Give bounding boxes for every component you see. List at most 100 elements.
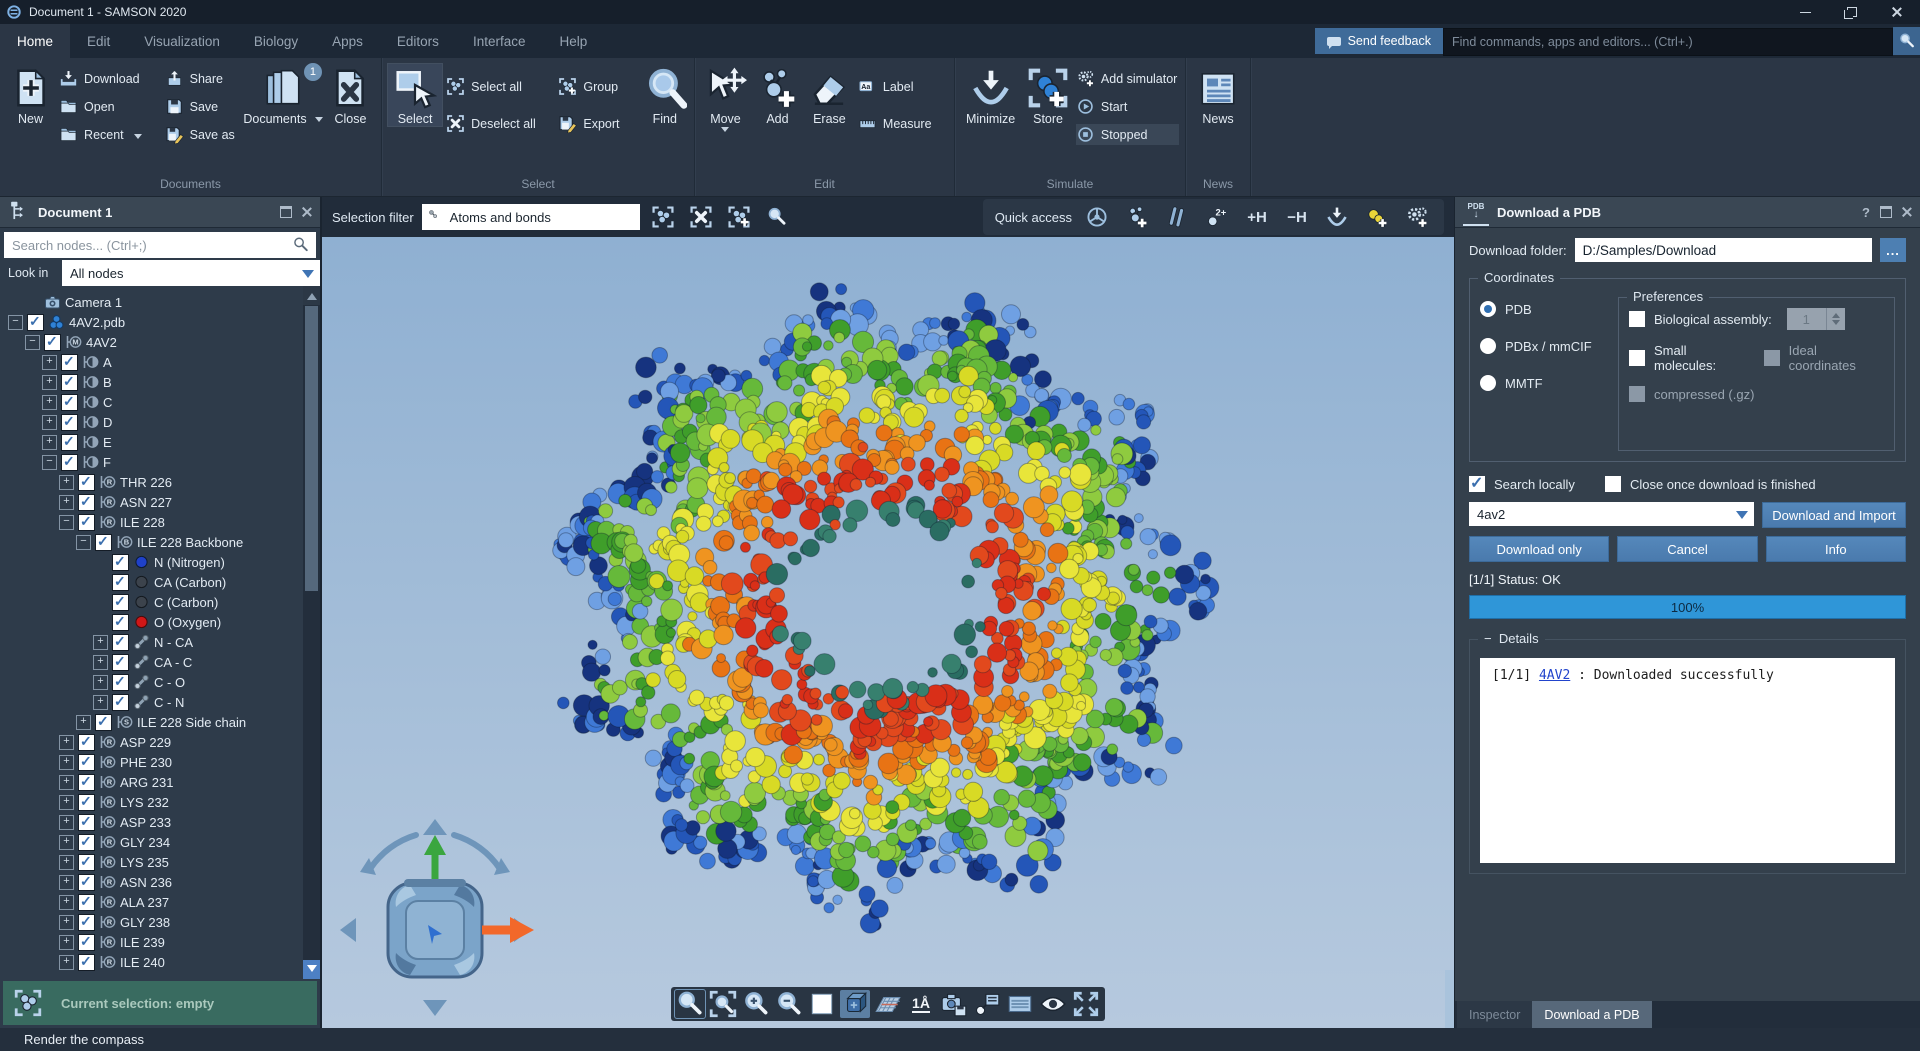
tree-row[interactable]: + R LYS 235 — [0, 852, 320, 872]
tree-row[interactable]: + R GLY 234 — [0, 832, 320, 852]
tree-row[interactable]: + R ASP 229 — [0, 732, 320, 752]
node-checkbox[interactable] — [61, 434, 78, 451]
command-search-button[interactable] — [1893, 27, 1920, 55]
node-checkbox[interactable] — [112, 694, 129, 711]
node-checkbox[interactable] — [78, 794, 95, 811]
zoom-out-button[interactable] — [774, 990, 804, 1018]
visibility-button[interactable] — [1038, 990, 1068, 1018]
close-once-checkbox[interactable] — [1605, 476, 1621, 492]
tree-row[interactable]: + R ILE 240 — [0, 952, 320, 972]
tree-row[interactable]: Camera 1 — [0, 292, 320, 312]
minimize-quick-button[interactable] — [1322, 202, 1352, 232]
download-button[interactable]: Download — [59, 68, 161, 89]
node-checkbox[interactable] — [112, 674, 129, 691]
menu-editors[interactable]: Editors — [380, 24, 456, 58]
scroll-up-button[interactable] — [303, 286, 320, 305]
biological-assembly-checkbox[interactable] — [1629, 311, 1645, 327]
node-checkbox[interactable] — [78, 774, 95, 791]
tree-row[interactable]: − R ILE 228 — [0, 512, 320, 532]
compass-toggle-button[interactable] — [840, 990, 870, 1018]
fullscreen-button[interactable] — [1071, 990, 1101, 1018]
fog-button[interactable] — [1005, 990, 1035, 1018]
label-button[interactable]: AaLabel — [858, 76, 948, 97]
node-checkbox[interactable] — [78, 814, 95, 831]
recent-button[interactable]: Recent — [59, 124, 161, 145]
node-checkbox[interactable] — [112, 654, 129, 671]
expander-icon[interactable]: + — [76, 715, 91, 730]
node-checkbox[interactable] — [78, 474, 95, 491]
open-button[interactable]: Open — [59, 96, 161, 117]
assembly-spinner[interactable]: 1 — [1787, 308, 1845, 330]
presenter-button[interactable] — [1082, 202, 1112, 232]
expander-icon[interactable]: − — [42, 455, 57, 470]
expander-icon[interactable]: + — [42, 395, 57, 410]
menu-apps[interactable]: Apps — [315, 24, 380, 58]
expander-icon[interactable]: + — [59, 755, 74, 770]
expander-icon[interactable]: + — [59, 875, 74, 890]
tree-row[interactable]: + R ASN 227 — [0, 492, 320, 512]
download-only-button[interactable]: Download only — [1469, 536, 1609, 562]
export-button[interactable]: Export — [558, 113, 637, 134]
expander-icon[interactable]: − — [25, 335, 40, 350]
radio-mmtf[interactable]: MMTF — [1480, 375, 1608, 391]
tree-row[interactable]: CA (Carbon) — [0, 572, 320, 592]
float-panel-icon[interactable] — [280, 206, 292, 218]
add-button[interactable]: Add — [754, 64, 801, 126]
expander-icon[interactable]: + — [59, 475, 74, 490]
expander-icon[interactable]: + — [93, 635, 108, 650]
search-locally-checkbox[interactable] — [1469, 476, 1485, 492]
scroll-down-button[interactable] — [303, 960, 320, 979]
tree-row[interactable]: + C — [0, 392, 320, 412]
tree-row[interactable]: + R ASN 236 — [0, 872, 320, 892]
expander-icon[interactable]: + — [59, 495, 74, 510]
expander-icon[interactable]: + — [59, 935, 74, 950]
expander-icon[interactable]: + — [59, 955, 74, 970]
details-label[interactable]: − Details — [1478, 631, 1545, 646]
frame-selection-button[interactable] — [708, 990, 738, 1018]
node-search-input[interactable] — [4, 232, 292, 258]
navigation-compass[interactable] — [330, 815, 540, 1020]
tree-row[interactable]: + C - N — [0, 692, 320, 712]
tree-row[interactable]: + B — [0, 372, 320, 392]
node-checkbox[interactable] — [78, 874, 95, 891]
group-button[interactable]: Group — [558, 76, 637, 97]
expander-icon[interactable]: + — [93, 655, 108, 670]
save-as-button[interactable]: Save as — [165, 124, 240, 145]
node-checkbox[interactable] — [61, 374, 78, 391]
tree-row[interactable]: + R ASP 233 — [0, 812, 320, 832]
float-panel-icon[interactable] — [1880, 206, 1892, 218]
close-panel-icon[interactable] — [302, 207, 312, 217]
render-area[interactable]: 1Å — [322, 237, 1454, 1028]
tab-inspector[interactable]: Inspector — [1457, 1001, 1532, 1028]
tree-row[interactable]: − M 4AV2 — [0, 332, 320, 352]
node-checkbox[interactable] — [61, 354, 78, 371]
node-checkbox[interactable] — [95, 534, 112, 551]
tree-row[interactable]: + E — [0, 432, 320, 452]
node-checkbox[interactable] — [61, 394, 78, 411]
download-folder-input[interactable] — [1575, 238, 1872, 262]
stopped-button[interactable]: Stopped — [1076, 124, 1179, 145]
pdb-entry-link[interactable]: 4AV2 — [1539, 668, 1570, 683]
select-all-button[interactable]: Select all — [446, 76, 554, 97]
expander-icon[interactable]: + — [59, 855, 74, 870]
tree-row[interactable]: − F — [0, 452, 320, 472]
deselect-all-viewport-button[interactable] — [686, 202, 716, 232]
node-checkbox[interactable] — [27, 314, 44, 331]
news-button[interactable]: News — [1192, 64, 1244, 126]
node-checkbox[interactable] — [78, 894, 95, 911]
menu-interface[interactable]: Interface — [456, 24, 543, 58]
expander-icon[interactable]: + — [93, 675, 108, 690]
find-viewport-button[interactable] — [762, 202, 792, 232]
menu-visualization[interactable]: Visualization — [127, 24, 237, 58]
tree-row[interactable]: + R ARG 231 — [0, 772, 320, 792]
annotation-button[interactable] — [972, 990, 1002, 1018]
magnify-button[interactable] — [675, 990, 705, 1018]
expander-icon[interactable]: + — [59, 895, 74, 910]
expander-icon[interactable]: − — [59, 515, 74, 530]
tree-row[interactable]: + R PHE 230 — [0, 752, 320, 772]
zoom-in-button[interactable] — [741, 990, 771, 1018]
save-button[interactable]: Save — [165, 96, 240, 117]
scrollbar-thumb[interactable] — [305, 306, 318, 591]
move-button[interactable]: Move — [701, 64, 750, 136]
node-checkbox[interactable] — [61, 414, 78, 431]
